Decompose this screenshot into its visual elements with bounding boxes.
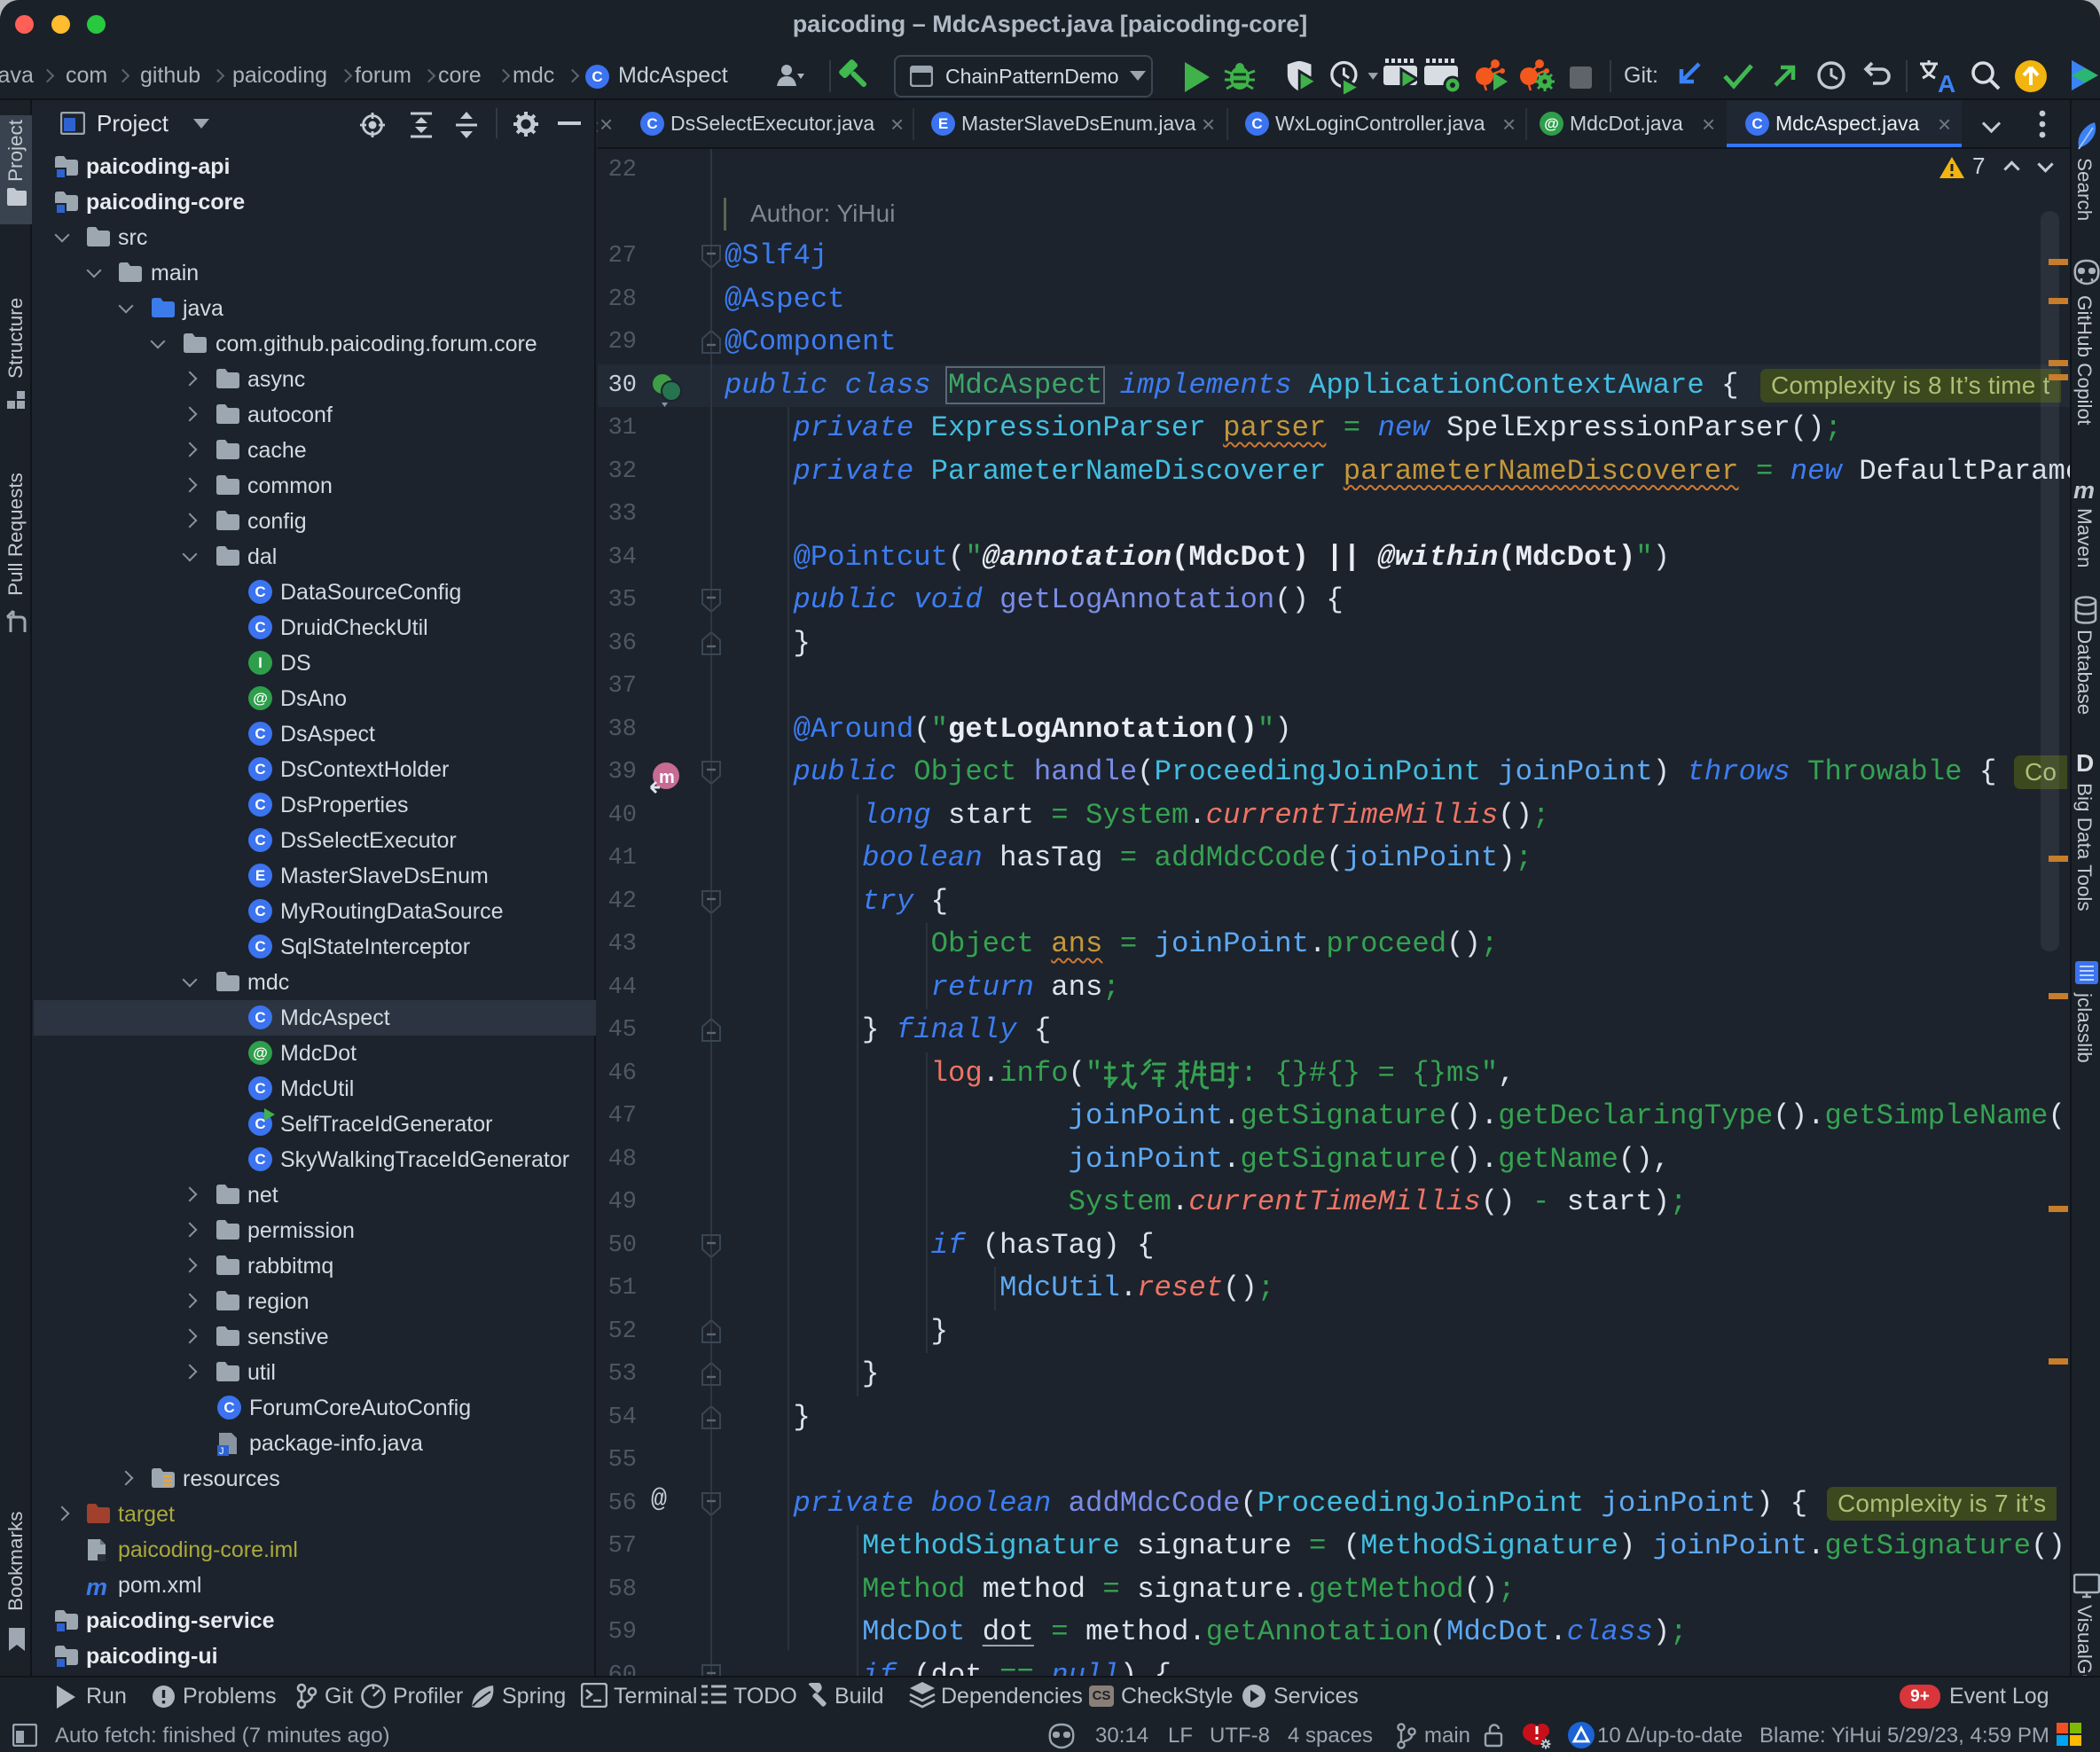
svg-text:m: m bbox=[659, 768, 675, 787]
svg-text:A: A bbox=[1938, 70, 1955, 94]
svg-text:J: J bbox=[219, 1446, 224, 1456]
